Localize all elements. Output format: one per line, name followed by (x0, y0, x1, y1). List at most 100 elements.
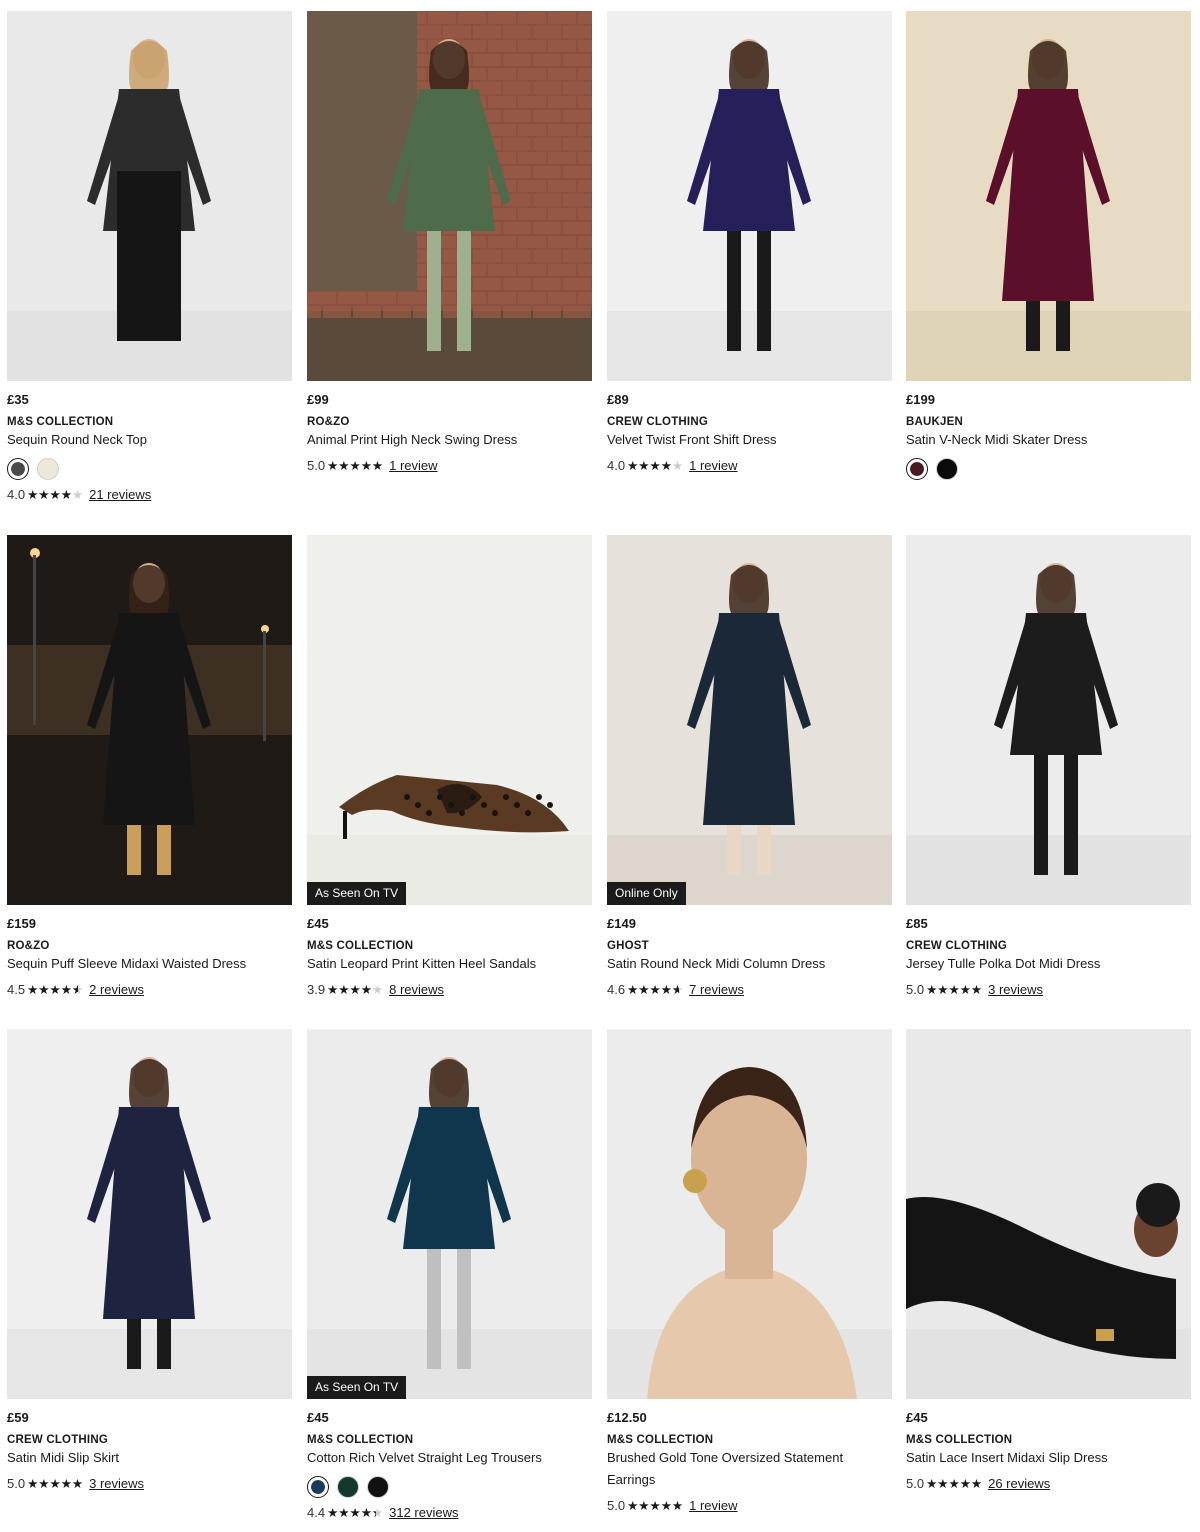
colour-swatch[interactable] (37, 458, 59, 480)
colour-swatch-selected[interactable] (906, 458, 928, 480)
star-rating-icon: ★★★★★★★★★★ (627, 459, 684, 473)
product-image[interactable] (7, 11, 292, 381)
colour-swatches (906, 458, 1191, 480)
product-image[interactable]: As Seen On TV (307, 535, 592, 905)
rating-value: 3.9 (307, 982, 326, 997)
star-rating-icon: ★★★★★★★★★★ (27, 488, 84, 502)
product-badge: As Seen On TV (307, 882, 407, 905)
reviews-link[interactable]: 21 reviews (89, 486, 151, 504)
product-card[interactable]: £12.50 M&S COLLECTION Brushed Gold Tone Ov… (607, 1029, 892, 1515)
reviews-link[interactable]: 7 reviews (689, 981, 744, 999)
star-rating-icon: ★★★★★★★★★★ (27, 983, 84, 997)
product-price: £149 (607, 916, 636, 931)
rating-value: 4.5 (7, 982, 26, 997)
product-brand: M&S COLLECTION (906, 1434, 1013, 1446)
star-rating-icon: ★★★★★★★★★★ (327, 459, 384, 473)
product-price: £99 (307, 392, 329, 407)
reviews-link[interactable]: 1 review (689, 457, 737, 475)
product-price: £199 (906, 392, 935, 407)
rating-value: 4.0 (607, 458, 626, 473)
product-rating: 4.0★★★★★★★★★★ 21 reviews (7, 486, 292, 504)
reviews-link[interactable]: 3 reviews (988, 981, 1043, 999)
product-card[interactable]: £159 RO&ZO Sequin Puff Sleeve Midaxi Waist… (7, 535, 292, 999)
product-name[interactable]: Animal Print High Neck Swing Dress (307, 429, 592, 451)
star-rating-icon: ★★★★★★★★★★ (327, 983, 384, 997)
rating-value: 4.6 (607, 982, 626, 997)
product-name[interactable]: Satin Midi Slip Skirt (7, 1447, 292, 1469)
product-card[interactable]: Online Only £149 GHOST Satin Round Neck Mid… (607, 535, 892, 999)
rating-value: 5.0 (7, 1476, 26, 1491)
colour-swatch-selected[interactable] (307, 1476, 329, 1498)
reviews-link[interactable]: 26 reviews (988, 1475, 1050, 1493)
product-brand: M&S COLLECTION (607, 1434, 714, 1446)
star-rating-icon: ★★★★★★★★★★ (627, 1499, 684, 1513)
product-brand: M&S COLLECTION (307, 1434, 414, 1446)
reviews-link[interactable]: 3 reviews (89, 1475, 144, 1493)
product-rating: 5.0 ★★★★★ ★★★★★ 3 reviews (7, 1475, 292, 1493)
product-brand: RO&ZO (307, 416, 350, 428)
product-name[interactable]: Satin V-Neck Midi Skater Dress (906, 429, 1191, 451)
product-card[interactable]: As Seen On TV £45 M&S COLLECTION Cotton Ric… (307, 1029, 592, 1522)
product-price: £85 (906, 916, 928, 931)
product-name[interactable]: Sequin Round Neck Top (7, 429, 292, 451)
rating-value: 5.0 (906, 1476, 925, 1491)
product-brand: BAUKJEN (906, 416, 963, 428)
product-image[interactable] (307, 11, 592, 381)
reviews-link[interactable]: 1 review (689, 1497, 737, 1515)
product-card[interactable]: £59 CREW CLOTHING Satin Midi Slip Skirt 5.0… (7, 1029, 292, 1493)
product-rating: 4.5★★★★★★★★★★ 2 reviews (7, 981, 292, 999)
product-rating: 4.6 ★★★★★ ★★★★★ 7 reviews (607, 981, 892, 999)
product-image[interactable] (607, 1029, 892, 1399)
product-name[interactable]: Satin Round Neck Midi Column Dress (607, 953, 892, 975)
product-image[interactable]: As Seen On TV (307, 1029, 592, 1399)
product-image[interactable] (7, 535, 292, 905)
product-card[interactable]: £35 M&S COLLECTION Sequin Round Neck Top 4.… (7, 11, 292, 504)
product-rating: 3.9★★★★★★★★★★ 8 reviews (307, 981, 592, 999)
star-rating-icon: ★★★★★★★★★★ (627, 983, 684, 997)
colour-swatches (7, 458, 292, 480)
colour-swatch[interactable] (936, 458, 958, 480)
product-brand: M&S COLLECTION (7, 416, 114, 428)
product-image[interactable] (906, 1029, 1191, 1399)
reviews-link[interactable]: 2 reviews (89, 981, 144, 999)
star-rating-icon: ★★★★★★★★★★ (27, 1477, 84, 1491)
product-image[interactable] (906, 535, 1191, 905)
product-image[interactable]: Online Only (607, 535, 892, 905)
star-rating-icon: ★★★★★★★★★★ (327, 1506, 384, 1520)
product-card[interactable]: £45 M&S COLLECTION Satin Lace Insert Midax… (906, 1029, 1191, 1493)
product-name[interactable]: Sequin Puff Sleeve Midaxi Waisted Dress (7, 953, 292, 975)
reviews-link[interactable]: 1 review (389, 457, 437, 475)
product-image[interactable] (7, 1029, 292, 1399)
product-card[interactable]: £89 CREW CLOTHING Velvet Twist Front Shift… (607, 11, 892, 475)
colour-swatch[interactable] (367, 1476, 389, 1498)
product-brand: M&S COLLECTION (307, 940, 414, 952)
product-name[interactable]: Satin Lace Insert Midaxi Slip Dress (906, 1447, 1191, 1469)
product-image[interactable] (607, 11, 892, 381)
star-rating-icon: ★★★★★★★★★★ (926, 983, 983, 997)
colour-swatch-selected[interactable] (7, 458, 29, 480)
product-image[interactable] (906, 11, 1191, 381)
product-rating: 5.0 ★★★★★ ★★★★★ 1 review (607, 1497, 892, 1515)
product-badge: As Seen On TV (307, 1376, 407, 1399)
reviews-link[interactable]: 312 reviews (389, 1504, 458, 1522)
product-name[interactable]: Satin Leopard Print Kitten Heel Sandals (307, 953, 592, 975)
product-brand: CREW CLOTHING (607, 416, 708, 428)
product-name[interactable]: Jersey Tulle Polka Dot Midi Dress (906, 953, 1191, 975)
product-rating: 4.0★★★★★★★★★★ 1 review (607, 457, 892, 475)
product-card[interactable]: As Seen On TV £45 M&S COLLECTION Satin Leop… (307, 535, 592, 999)
product-name[interactable]: Brushed Gold Tone Oversized Statement Ea… (607, 1447, 887, 1491)
product-rating: 5.0 ★★★★★ ★★★★★ 3 reviews (906, 981, 1191, 999)
product-name[interactable]: Velvet Twist Front Shift Dress (607, 429, 892, 451)
product-card[interactable]: £85 CREW CLOTHING Jersey Tulle Polka Dot M… (906, 535, 1191, 999)
product-card[interactable]: £199 BAUKJEN Satin V-Neck Midi Skater Dres… (906, 11, 1191, 480)
rating-value: 5.0 (607, 1498, 626, 1513)
product-price: £59 (7, 1410, 29, 1425)
colour-swatch[interactable] (337, 1476, 359, 1498)
reviews-link[interactable]: 8 reviews (389, 981, 444, 999)
product-name[interactable]: Cotton Rich Velvet Straight Leg Trousers (307, 1447, 592, 1469)
product-card[interactable]: £99 RO&ZO Animal Print High Neck Swing Dre… (307, 11, 592, 475)
product-price: £89 (607, 392, 629, 407)
product-badge: Online Only (607, 882, 686, 905)
product-price: £45 (307, 916, 329, 931)
product-brand: CREW CLOTHING (7, 1434, 108, 1446)
